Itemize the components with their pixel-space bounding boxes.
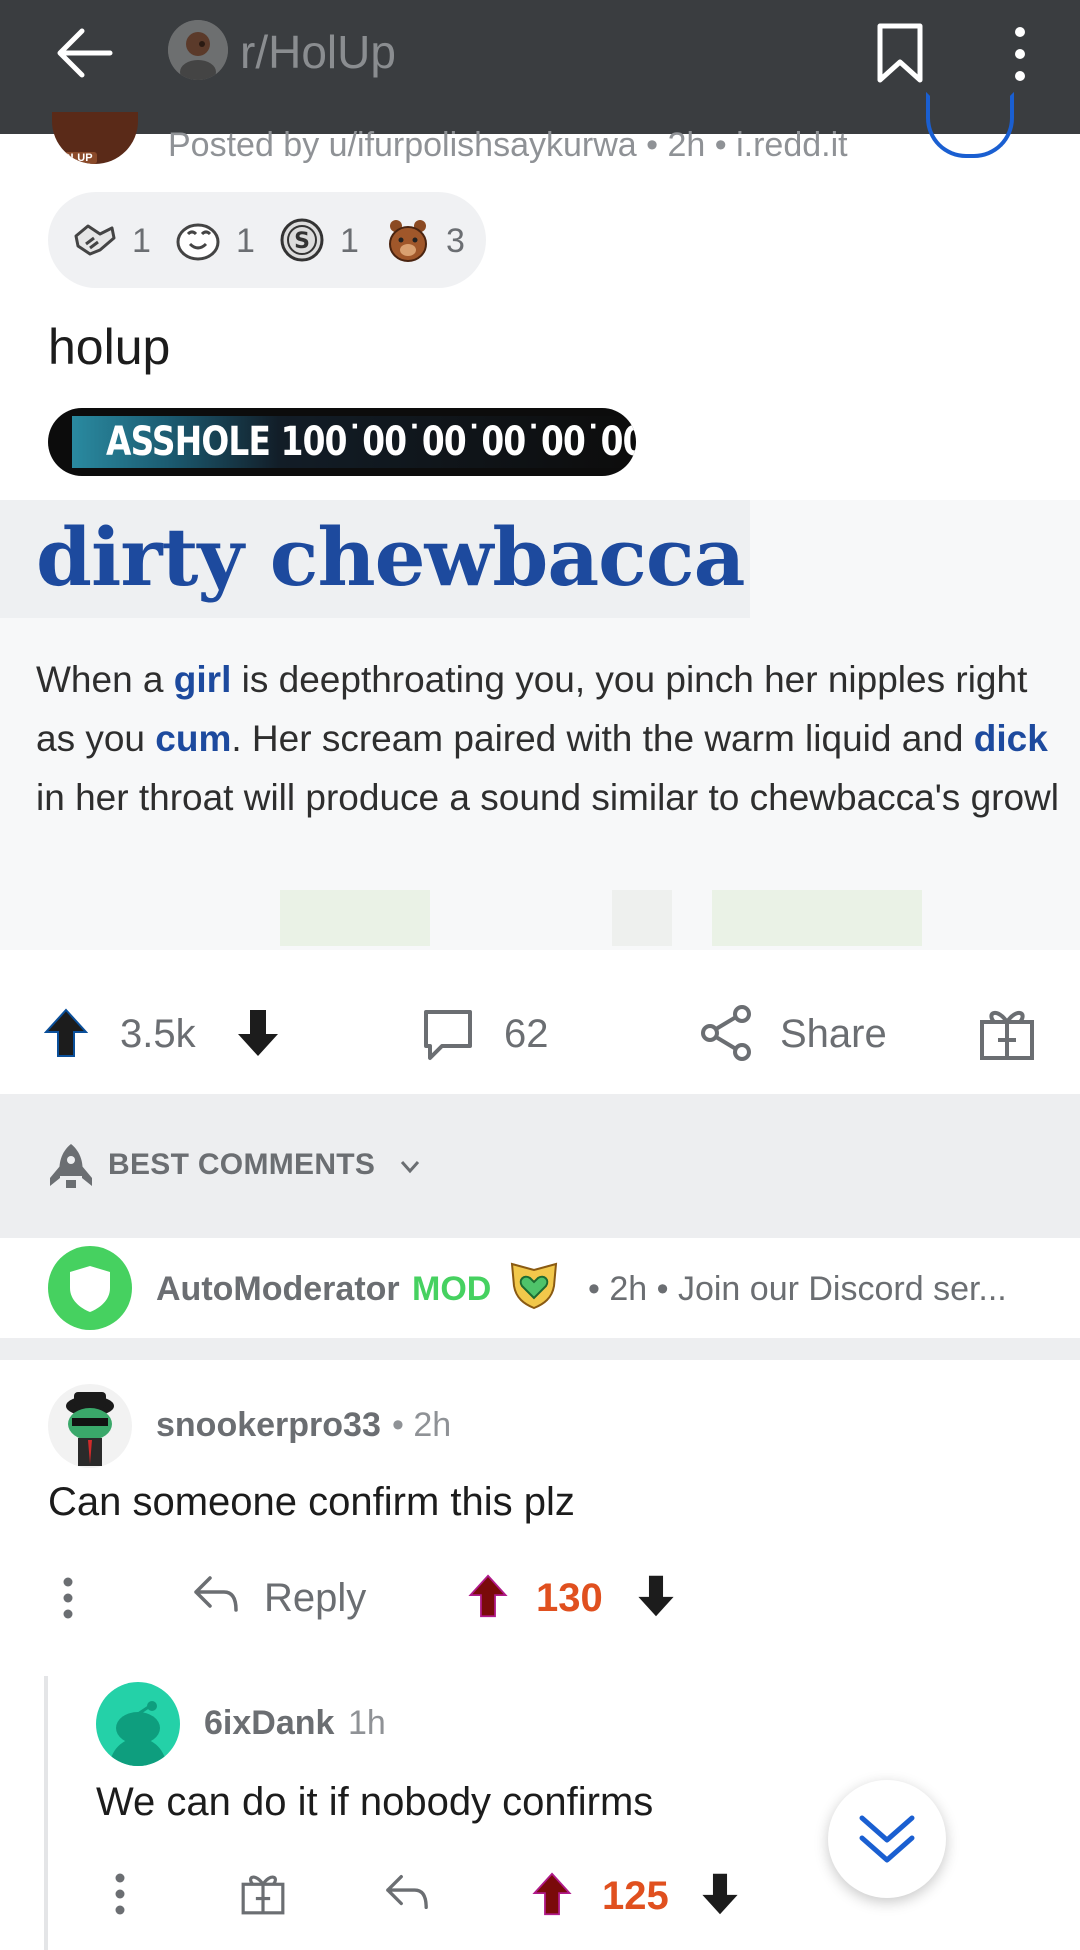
automod-comment-row[interactable]: AutoModerator MOD • 2h • Join our Discor… [0,1240,1080,1338]
comment-avatar[interactable] [48,1384,132,1468]
gift-award-icon[interactable] [240,1870,286,1916]
post-image[interactable]: dirty chewbacca When a girl is deepthroa… [0,500,1080,950]
posted-by-line[interactable]: Posted by u/ifurpolishsaykurwa • 2h • i.… [168,126,848,165]
comment-username[interactable]: 6ixDank [204,1704,334,1743]
definition-word: dirty chewbacca [36,510,745,604]
award-count: 3 [446,222,465,260]
comment-time: • 2h [392,1406,452,1444]
gift-award-icon[interactable] [978,1004,1036,1062]
comment-score: 130 [536,1576,603,1620]
reply-icon[interactable] [384,1872,430,1912]
comment-bubble-icon[interactable] [420,1006,476,1062]
comment-more-icon[interactable] [114,1872,126,1916]
downvote-icon[interactable] [700,1872,740,1916]
laughing-face-award-icon [176,223,220,261]
award-count: 1 [340,222,359,260]
chevron-down-icon [400,1161,420,1174]
comment-avatar[interactable] [96,1682,180,1766]
join-button[interactable] [926,92,1014,158]
thread-line[interactable] [44,1676,48,1950]
share-label[interactable]: Share [780,1012,887,1057]
bear-award-icon [389,220,427,262]
poster-avatar[interactable]: OLUP [52,112,138,164]
divider [0,1338,1080,1360]
reply-button[interactable]: Reply [264,1576,366,1621]
comment-time: 1h [348,1704,386,1742]
next-comment-button[interactable] [828,1780,946,1898]
post-score: 3.5k [120,1012,196,1056]
downvote-icon[interactable] [636,1574,676,1618]
silver-coin-award-icon: S [280,218,324,262]
post-action-bar: 3.5k 62 Share [0,960,1080,1070]
comment-body: Can someone confirm this plz [48,1480,575,1524]
heart-shield-award-icon [510,1262,558,1310]
share-icon[interactable] [698,1004,754,1062]
post-flair[interactable]: ASSHOLE 100˙00˙00˙00˙00˙00 [48,408,636,476]
mod-badge: MOD [412,1270,492,1308]
reply-icon[interactable] [192,1574,240,1614]
more-vertical-icon[interactable] [1008,26,1032,82]
double-chevron-down-icon [859,1815,915,1863]
comment-more-icon[interactable] [62,1576,74,1620]
sort-label[interactable]: BEST COMMENTS [108,1148,375,1182]
upvote-icon[interactable] [468,1574,508,1618]
comment-score: 125 [602,1874,669,1918]
downvote-icon[interactable] [236,1008,280,1058]
post-title[interactable]: holup [48,318,170,376]
automod-meta: • 2h • Join our Discord ser... [588,1270,1007,1308]
bookmark-icon[interactable] [876,22,924,84]
subreddit-avatar[interactable] [168,20,228,80]
comment-username[interactable]: snookerpro33 [156,1406,381,1445]
award-count: 1 [236,222,255,260]
awards-pill[interactable]: 1 1 S 1 3 [48,192,486,288]
comment-body: We can do it if nobody confirms [96,1780,654,1824]
avatar-tag: OLUP [58,152,97,164]
flair-text: ASSHOLE 100˙00˙00˙00˙00˙00 [106,419,636,465]
svg-text:S: S [294,229,310,254]
handshake-award-icon [74,224,116,256]
top-app-bar: r/HolUp [0,0,1080,134]
upvote-icon[interactable] [44,1008,88,1058]
upvote-icon[interactable] [532,1872,572,1916]
automod-avatar[interactable] [48,1246,132,1330]
subreddit-name[interactable]: r/HolUp [240,22,396,82]
comment-count[interactable]: 62 [504,1012,549,1057]
comment-username[interactable]: AutoModerator [156,1270,400,1309]
comment-sort-bar[interactable]: BEST COMMENTS [0,1094,1080,1238]
definition-text: When a girl is deepthroating you, you pi… [36,659,1059,818]
back-arrow-icon[interactable] [52,22,114,84]
rocket-icon [50,1144,92,1188]
award-count: 1 [132,222,151,260]
